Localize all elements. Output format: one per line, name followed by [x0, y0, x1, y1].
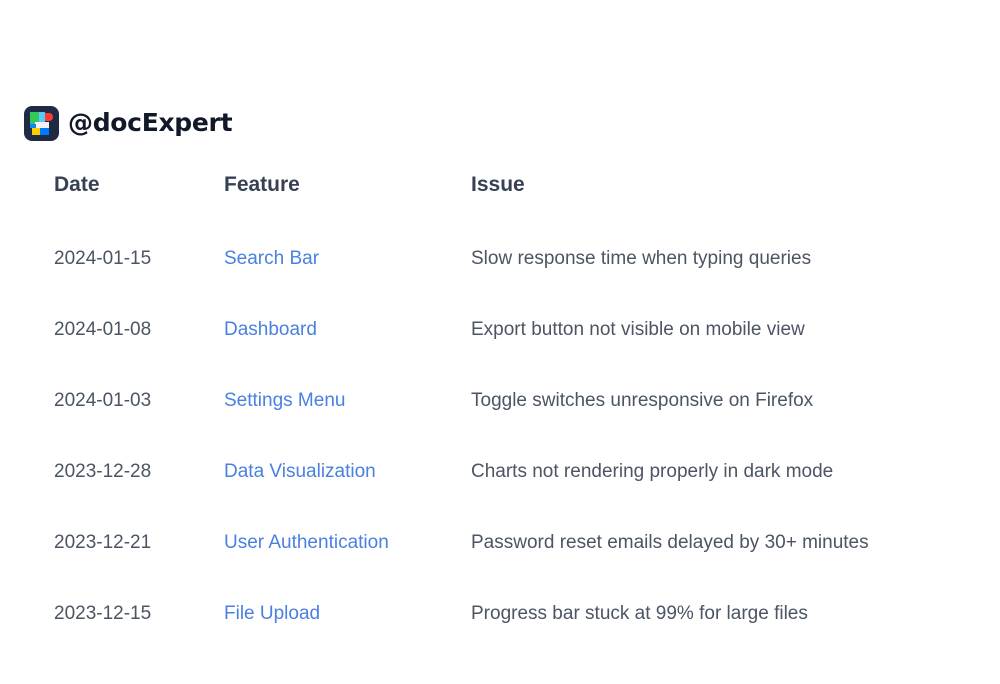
row-issue: Password reset emails delayed by 30+ min… [471, 532, 869, 553]
table-row: 2024-01-03 Settings Menu Toggle switches… [54, 384, 954, 455]
table-row: 2023-12-28 Data Visualization Charts not… [54, 455, 954, 526]
issues-table: Date Feature Issue 2024-01-15 Search Bar… [54, 168, 954, 668]
column-header-feature: Feature [224, 173, 300, 196]
row-date: 2023-12-21 [54, 532, 152, 553]
row-feature-link[interactable]: Dashboard [224, 313, 317, 347]
row-feature-link[interactable]: User Authentication [224, 526, 389, 560]
table-row: 2023-12-21 User Authentication Password … [54, 526, 954, 597]
row-feature-link[interactable]: File Upload [224, 597, 320, 631]
row-feature-link[interactable]: Search Bar [224, 242, 319, 276]
column-header-issue: Issue [471, 173, 525, 196]
table-row: 2023-12-15 File Upload Progress bar stuc… [54, 597, 954, 668]
row-issue: Progress bar stuck at 99% for large file… [471, 603, 808, 624]
row-date: 2023-12-28 [54, 461, 152, 482]
row-issue: Slow response time when typing queries [471, 248, 812, 269]
docexpert-logo-icon [24, 105, 59, 141]
row-issue: Export button not visible on mobile view [471, 319, 805, 340]
row-feature-link[interactable]: Settings Menu [224, 384, 345, 418]
row-date: 2023-12-15 [54, 603, 152, 624]
row-date: 2024-01-15 [54, 248, 152, 269]
account-handle: @docExpert [68, 108, 233, 137]
profile-header: @docExpert [24, 105, 233, 141]
table-row: 2024-01-15 Search Bar Slow response time… [54, 242, 954, 313]
table-header-row: Date Feature Issue [54, 168, 954, 202]
row-issue: Charts not rendering properly in dark mo… [471, 461, 834, 482]
column-header-date: Date [54, 173, 100, 196]
table-row: 2024-01-08 Dashboard Export button not v… [54, 313, 954, 384]
row-feature-link[interactable]: Data Visualization [224, 455, 376, 489]
row-date: 2024-01-03 [54, 390, 152, 411]
row-date: 2024-01-08 [54, 319, 152, 340]
row-issue: Toggle switches unresponsive on Firefox [471, 390, 814, 411]
